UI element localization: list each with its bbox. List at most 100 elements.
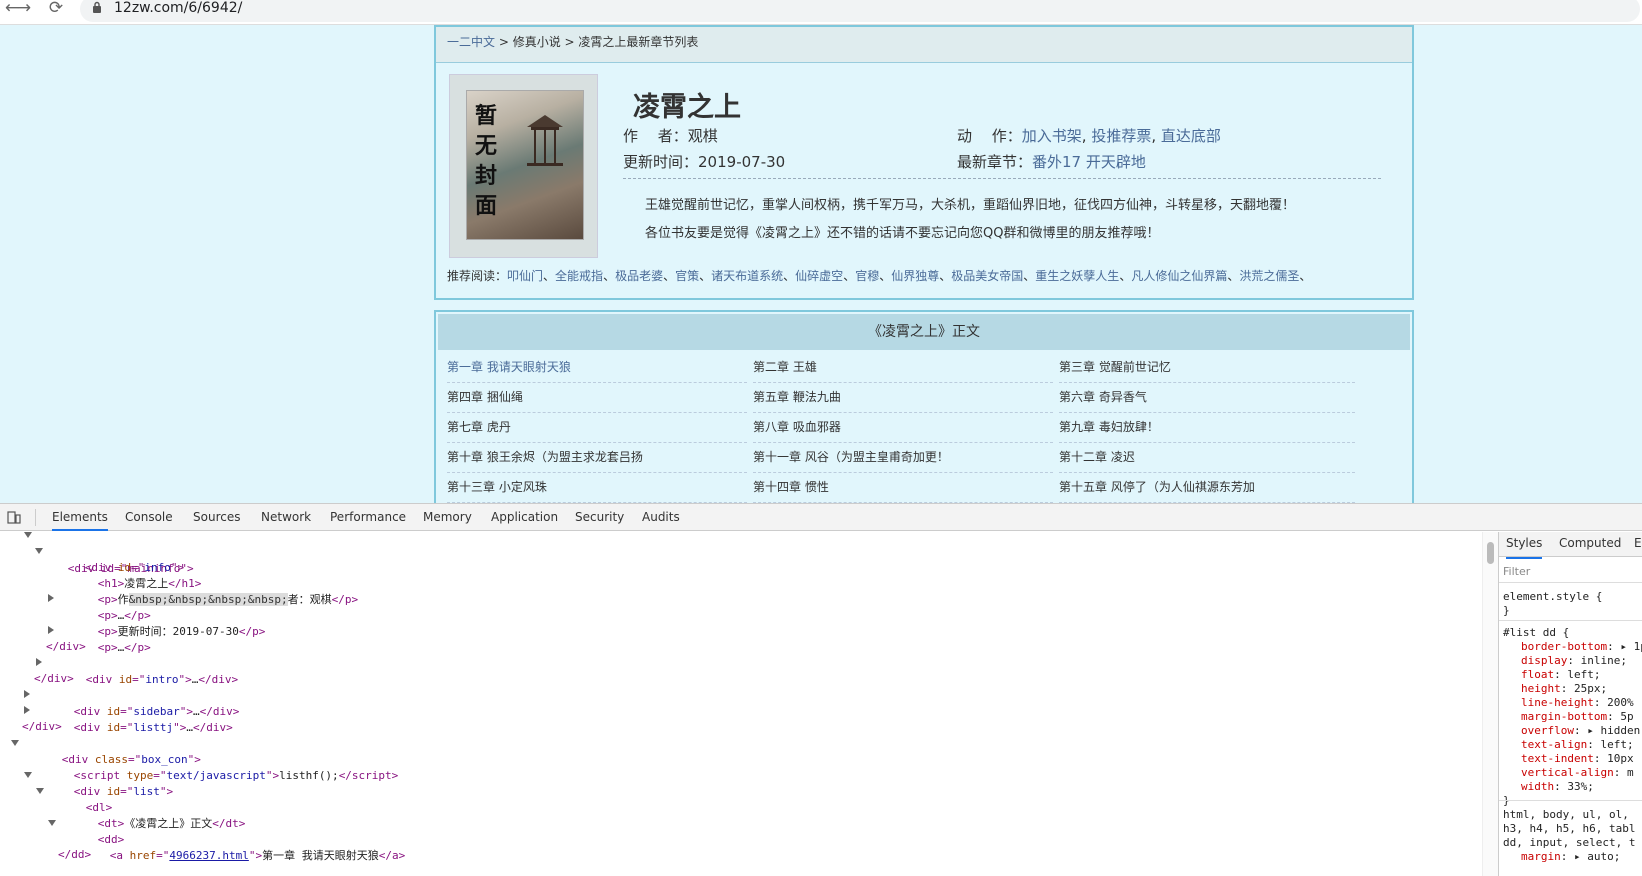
breadcrumb-category[interactable]: 修真小说	[513, 35, 561, 49]
tab-computed[interactable]: Computed	[1559, 532, 1621, 557]
recommend-link[interactable]: 凡人修仙之仙界篇	[1131, 269, 1227, 283]
url-text[interactable]: 12zw.com/6/6942/	[114, 0, 242, 16]
go-bottom-link[interactable]: 直达底部	[1161, 127, 1221, 145]
dom-node[interactable]: </dd>	[58, 846, 91, 863]
css-property[interactable]: border-bottom: ▸ 1p	[1521, 640, 1642, 654]
dom-node[interactable]: <div id="listtj">…</div>	[24, 702, 233, 734]
address-bar[interactable]	[80, 0, 1640, 22]
recommend-link[interactable]: 重生之妖孽人生	[1035, 269, 1119, 283]
recommend-link[interactable]: 仙界独尊	[891, 269, 939, 283]
tab-application[interactable]: Application	[491, 504, 558, 531]
recommend-link[interactable]: 诸天布道系统	[711, 269, 783, 283]
latest-chapter-link[interactable]: 番外17 开天辟地	[1032, 153, 1146, 171]
chapter-link[interactable]: 第十五章 风停了（为人仙祺源东芳加	[1059, 472, 1355, 503]
dom-node[interactable]: </div>	[34, 670, 74, 687]
tab-performance[interactable]: Performance	[330, 504, 406, 531]
tab-sources[interactable]: Sources	[193, 504, 240, 531]
chapter-link[interactable]: 第十四章 惯性	[753, 472, 1053, 503]
actions-row: 动 作：加入书架, 投推荐票, 直达底部	[957, 127, 1221, 145]
dom-node[interactable]: <p>更新时间：2019-07-30</p>	[58, 606, 266, 638]
dom-node[interactable]: <p>…</p>	[48, 590, 151, 622]
recommend-link[interactable]: 洪荒之儒圣	[1239, 269, 1299, 283]
recommend-link[interactable]: 官策	[675, 269, 699, 283]
chapter-link[interactable]: 第二章 王雄	[753, 352, 1053, 383]
dom-node[interactable]: <div id="intro">…</div>	[36, 654, 238, 686]
dom-node[interactable]: <p>作&nbsp;&nbsp;&nbsp;&nbsp;者：观棋</p>	[58, 574, 358, 606]
dom-node[interactable]: <div id="list">	[24, 766, 173, 798]
chapter-link[interactable]: 第七章 虎丹	[447, 412, 747, 443]
dom-node[interactable]: <a href="4966237.html">第一章 我请天眼射天狼</a>	[70, 830, 405, 862]
css-property[interactable]: margin-bottom: 5p	[1521, 710, 1634, 724]
collapse-arrow-icon[interactable]	[35, 548, 43, 554]
elements-tree[interactable]: <div id="maininfo"> <div id="info"> <h1>…	[0, 532, 1482, 876]
collapse-arrow-icon[interactable]	[24, 772, 32, 778]
chapter-link[interactable]: 第十二章 凌迟	[1059, 442, 1355, 473]
lock-icon	[93, 1, 101, 13]
css-property[interactable]: text-indent: 10px	[1521, 752, 1634, 766]
chapter-link[interactable]: 第十章 狼王余烬（为盟主求龙套吕扬	[447, 442, 747, 473]
collapse-arrow-icon[interactable]	[48, 820, 56, 826]
tab-security[interactable]: Security	[575, 504, 624, 531]
css-property[interactable]: line-height: 200%	[1521, 696, 1634, 710]
chapter-link[interactable]: 第四章 捆仙绳	[447, 382, 747, 413]
expand-arrow-icon[interactable]	[24, 706, 30, 714]
dom-node[interactable]: <div class="box_con">	[11, 734, 201, 766]
tab-memory[interactable]: Memory	[423, 504, 472, 531]
dom-node[interactable]: <div id="info">	[35, 542, 184, 574]
css-property[interactable]: float: left;	[1521, 668, 1601, 682]
recommend-link[interactable]: 极品美女帝国	[951, 269, 1023, 283]
add-bookshelf-link[interactable]: 加入书架	[1022, 127, 1082, 145]
collapse-arrow-icon[interactable]	[36, 788, 44, 794]
breadcrumb-home-link[interactable]: 一二中文	[447, 35, 495, 49]
scrollbar-thumb[interactable]	[1487, 542, 1494, 564]
chapter-link[interactable]: 第九章 毒妇放肆！	[1059, 412, 1355, 443]
css-property[interactable]: height: 25px;	[1521, 682, 1607, 696]
recommend-link[interactable]: 叩仙门	[507, 269, 543, 283]
tab-audits[interactable]: Audits	[642, 504, 680, 531]
recommend-link[interactable]: 官穆	[855, 269, 879, 283]
chapter-link[interactable]: 第六章 奇异香气	[1059, 382, 1355, 413]
vote-link[interactable]: 投推荐票	[1091, 127, 1151, 145]
elements-scrollbar[interactable]	[1482, 532, 1498, 876]
dom-node[interactable]: </div>	[46, 638, 86, 655]
css-rule-selector: #list dd {	[1503, 626, 1570, 639]
chapter-link[interactable]: 第八章 吸血邪器	[753, 412, 1053, 443]
css-property[interactable]: margin: ▸ auto;	[1521, 850, 1620, 864]
dom-node[interactable]: <h1>凌霄之上</h1>	[58, 558, 202, 590]
css-property[interactable]: text-align: left;	[1521, 738, 1634, 752]
tab-elements[interactable]: Elements	[52, 504, 108, 531]
expand-arrow-icon[interactable]	[36, 658, 42, 666]
styles-filter-input[interactable]: Filter	[1503, 565, 1530, 578]
expand-arrow-icon[interactable]	[24, 690, 30, 698]
css-property[interactable]: display: inline;	[1521, 654, 1627, 668]
recommend-link[interactable]: 全能戒指	[555, 269, 603, 283]
dom-node[interactable]: <p>…</p>	[48, 622, 151, 654]
recommend-link[interactable]: 仙碎虚空	[795, 269, 843, 283]
tab-styles[interactable]: Styles	[1506, 532, 1543, 559]
tab-network[interactable]: Network	[261, 504, 311, 531]
dom-node[interactable]: </div>	[22, 718, 62, 735]
chapter-link[interactable]: 第三章 觉醒前世记忆	[1059, 352, 1355, 383]
dom-node[interactable]: <script type="text/javascript">listhf();…	[34, 750, 399, 782]
chapter-link[interactable]: 第五章 鞭法九曲	[753, 382, 1053, 413]
recommend-link[interactable]: 极品老婆	[615, 269, 663, 283]
forward-icon[interactable]: →	[12, 0, 36, 20]
dom-node[interactable]: <dl>	[36, 782, 112, 814]
tab-console[interactable]: Console	[125, 504, 173, 531]
collapse-arrow-icon[interactable]	[11, 740, 19, 746]
css-property[interactable]: width: 33%;	[1521, 780, 1594, 794]
dom-node[interactable]: <dt>《凌霄之上》正文</dt>	[58, 798, 246, 830]
css-property[interactable]: overflow: ▸ hidden	[1521, 724, 1640, 738]
chapter-link[interactable]: 第十三章 小定风珠	[447, 472, 747, 503]
device-toolbar-icon[interactable]	[7, 510, 21, 524]
css-property[interactable]: vertical-align: m	[1521, 766, 1634, 780]
expand-arrow-icon[interactable]	[48, 594, 54, 602]
chapter-link[interactable]: 第十一章 风谷（为盟主皇甫奇加更！	[753, 442, 1053, 473]
reload-icon[interactable]: ⟳	[44, 0, 68, 20]
tab-event-listeners[interactable]: E	[1634, 532, 1642, 557]
collapse-arrow-icon[interactable]	[24, 532, 32, 538]
chapter-link[interactable]: 第一章 我请天眼射天狼	[447, 352, 747, 383]
expand-arrow-icon[interactable]	[48, 626, 54, 634]
dom-node[interactable]: <dd>	[48, 814, 124, 846]
dom-node[interactable]: <div id="sidebar">…</div>	[24, 686, 239, 718]
